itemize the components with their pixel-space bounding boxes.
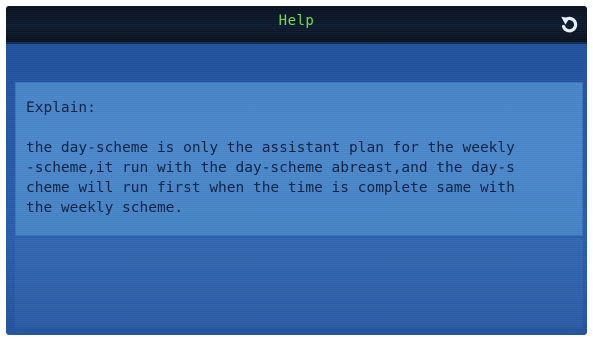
back-button[interactable] [557,13,581,37]
back-arrow-icon [561,16,578,33]
title-divider [6,42,587,44]
title-bar: Help [6,6,587,42]
page-title: Help [278,13,315,29]
device-screen: Help Explain: the day-scheme is only the… [6,6,587,335]
help-text: the day-scheme is only the assistant pla… [26,140,515,216]
help-panel: Explain: the day-scheme is only the assi… [15,82,583,236]
help-heading: Explain: [26,100,96,116]
empty-area [15,238,583,328]
